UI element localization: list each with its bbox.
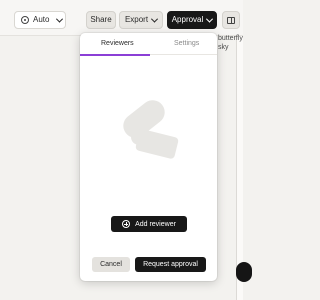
background-caption-line: butterfly	[218, 35, 243, 42]
chevron-down-icon	[56, 15, 64, 23]
approval-label: Approval	[171, 15, 204, 24]
app-window: Auto Share Export Approval butterfly sky…	[0, 0, 252, 300]
cancel-button[interactable]: Cancel	[92, 257, 130, 272]
add-reviewer-label: Add reviewer	[135, 220, 176, 228]
tab-settings[interactable]: Settings	[174, 40, 199, 47]
empty-state-illustration	[123, 100, 179, 159]
zoom-label: Auto	[33, 15, 50, 24]
request-approval-label: Request approval	[143, 261, 198, 268]
cancel-label: Cancel	[100, 261, 122, 268]
panel-tabs: Reviewers Settings	[80, 33, 217, 56]
active-tab-indicator	[80, 54, 150, 56]
background-caption-line: sky	[218, 44, 229, 51]
background-caption: butterfly sky	[218, 34, 244, 52]
zoom-dropdown[interactable]: Auto	[14, 11, 66, 29]
tab-reviewers[interactable]: Reviewers	[101, 40, 134, 47]
approval-popover: Reviewers Settings Add reviewer Cancel R…	[80, 33, 217, 281]
floating-action-button[interactable]	[236, 262, 252, 282]
add-reviewer-button[interactable]: Add reviewer	[111, 216, 187, 232]
zoom-icon	[21, 16, 29, 24]
top-toolbar: Auto Share Export Approval	[0, 0, 243, 36]
share-label: Share	[90, 15, 112, 24]
chevron-down-icon	[151, 15, 159, 23]
chevron-down-icon	[206, 15, 214, 23]
export-label: Export	[124, 15, 149, 24]
plus-circle-icon	[122, 220, 131, 228]
share-button[interactable]: Share	[86, 11, 116, 29]
approval-button[interactable]: Approval	[167, 11, 217, 29]
layout-icon	[227, 16, 235, 24]
export-button[interactable]: Export	[119, 11, 163, 29]
layout-button[interactable]	[222, 11, 240, 29]
right-side-panel	[236, 36, 243, 300]
request-approval-button[interactable]: Request approval	[135, 257, 206, 272]
